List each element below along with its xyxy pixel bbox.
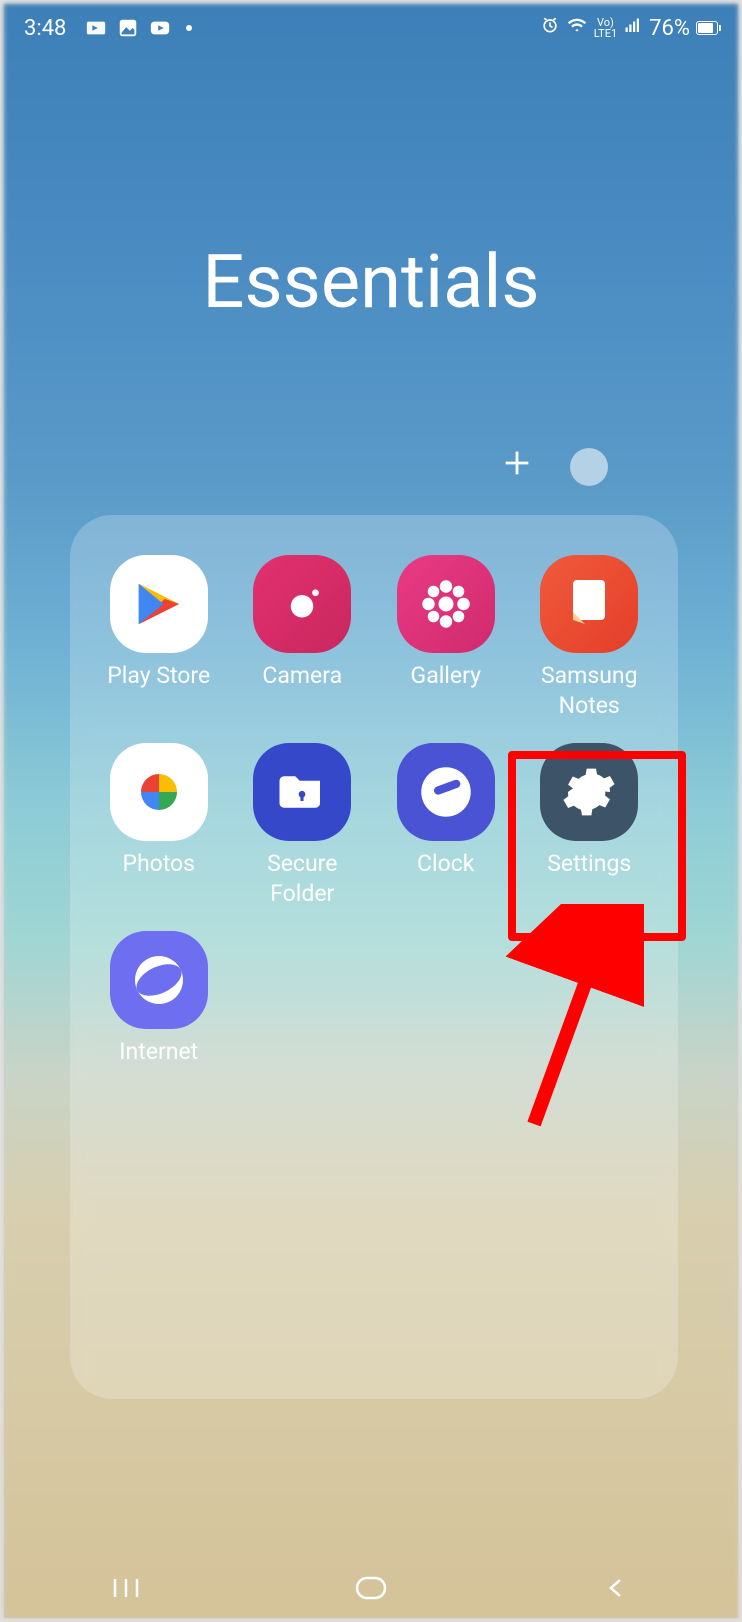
- folder-panel: Play Store Camera Gallery Samsung Notes: [70, 515, 678, 1399]
- app-internet[interactable]: Internet: [90, 931, 228, 1067]
- status-bar: 3:48 Vo) LTE1 76%: [4, 4, 738, 52]
- recent-apps-button[interactable]: [66, 1568, 186, 1608]
- wifi-icon: [566, 15, 588, 41]
- folder-title[interactable]: Essentials: [4, 239, 738, 326]
- alarm-icon: [540, 15, 560, 41]
- app-label: Secure Folder: [267, 849, 337, 909]
- more-notifications-dot: [186, 25, 192, 31]
- app-label: Internet: [119, 1037, 198, 1067]
- play-store-icon: [110, 555, 208, 653]
- app-play-store[interactable]: Play Store: [90, 555, 228, 721]
- app-secure-folder[interactable]: Secure Folder: [234, 743, 372, 909]
- app-grid: Play Store Camera Gallery Samsung Notes: [90, 555, 658, 1066]
- network-volte-icon: Vo) LTE1: [594, 17, 617, 39]
- youtube-icon: [148, 16, 172, 40]
- clock-icon: [397, 743, 495, 841]
- status-time: 3:48: [24, 16, 66, 41]
- battery-icon: [696, 21, 718, 35]
- app-clock[interactable]: Clock: [377, 743, 515, 909]
- app-label: Samsung Notes: [541, 661, 638, 721]
- photos-icon: [110, 743, 208, 841]
- app-camera[interactable]: Camera: [234, 555, 372, 721]
- app-label: Play Store: [107, 661, 210, 691]
- camera-icon: [253, 555, 351, 653]
- photo-icon: [116, 16, 140, 40]
- app-gallery[interactable]: Gallery: [377, 555, 515, 721]
- gallery-icon: [397, 555, 495, 653]
- app-label: Settings: [547, 849, 631, 879]
- app-label: Clock: [417, 849, 474, 879]
- app-samsung-notes[interactable]: Samsung Notes: [521, 555, 659, 721]
- outlook-icon: [84, 16, 108, 40]
- app-photos[interactable]: Photos: [90, 743, 228, 909]
- app-label: Gallery: [411, 661, 481, 691]
- internet-icon: [110, 931, 208, 1029]
- home-button[interactable]: [311, 1568, 431, 1608]
- notes-icon: [540, 555, 638, 653]
- folder-color-button[interactable]: [570, 448, 608, 486]
- add-app-button[interactable]: [500, 446, 534, 487]
- back-button[interactable]: [556, 1568, 676, 1608]
- app-settings[interactable]: Settings: [521, 743, 659, 909]
- app-label: Camera: [262, 661, 342, 691]
- app-label: Photos: [122, 849, 195, 879]
- signal-icon: [623, 16, 643, 41]
- navigation-bar: [4, 1558, 738, 1618]
- battery-percentage: 76%: [649, 16, 690, 41]
- settings-icon: [540, 743, 638, 841]
- secure-folder-icon: [253, 743, 351, 841]
